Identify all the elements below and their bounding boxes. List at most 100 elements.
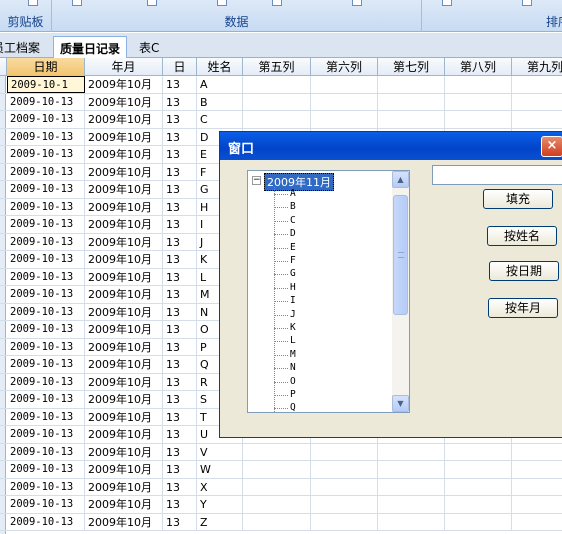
table-cell[interactable]: 2009年10月 (85, 216, 163, 233)
table-cell[interactable] (243, 111, 311, 128)
table-cell[interactable]: 2009年10月 (85, 181, 163, 198)
fill-button[interactable]: 填充 (483, 189, 553, 209)
table-cell[interactable]: 2009年10月 (85, 513, 163, 531)
ribbon-tool-icon[interactable] (522, 0, 532, 8)
ribbon-tool-icon[interactable] (217, 0, 227, 8)
table-cell[interactable] (378, 76, 445, 93)
table-cell[interactable] (311, 461, 378, 478)
table-cell[interactable]: 13 (163, 443, 197, 461)
table-cell[interactable]: 2009年10月 (85, 163, 163, 181)
table-cell[interactable]: 2009年10月 (85, 408, 163, 426)
table-cell[interactable]: 2009-10-13 (7, 338, 85, 356)
scroll-down-icon[interactable]: ▼ (392, 395, 409, 412)
table-cell[interactable]: 13 (163, 198, 197, 216)
table-cell[interactable] (512, 444, 562, 461)
table-cell[interactable]: 2009年10月 (85, 128, 163, 146)
table-cell[interactable]: 2009-10-13 (7, 443, 85, 461)
table-cell[interactable] (311, 111, 378, 128)
table-cell[interactable] (512, 76, 562, 93)
table-cell[interactable] (378, 93, 445, 111)
table-cell[interactable]: 13 (163, 128, 197, 146)
table-cell[interactable]: 13 (163, 426, 197, 443)
table-cell[interactable] (512, 479, 562, 496)
table-cell[interactable] (378, 513, 445, 531)
table-cell[interactable]: 13 (163, 303, 197, 321)
table-cell[interactable]: 2009年10月 (85, 321, 163, 338)
table-cell[interactable]: 2009年10月 (85, 461, 163, 478)
column-header[interactable]: 日期 (7, 58, 85, 76)
table-cell[interactable] (378, 111, 445, 128)
table-cell[interactable] (512, 514, 562, 531)
table-cell[interactable] (311, 513, 378, 531)
table-cell[interactable] (512, 94, 562, 111)
table-cell[interactable]: 13 (163, 321, 197, 338)
column-header[interactable]: 第八列 (445, 58, 512, 76)
table-cell[interactable] (445, 461, 512, 478)
table-cell[interactable]: 13 (163, 233, 197, 251)
column-header[interactable]: 年月 (85, 58, 163, 76)
table-cell[interactable]: 2009年10月 (85, 76, 163, 93)
table-cell[interactable]: 2009-10-13 (7, 426, 85, 443)
table-cell[interactable]: 13 (163, 286, 197, 303)
table-cell[interactable]: 2009年10月 (85, 356, 163, 373)
table-cell[interactable]: 2009年10月 (85, 251, 163, 268)
tree-scrollbar[interactable]: ▲ ▼ (392, 171, 409, 412)
table-cell[interactable] (512, 496, 562, 513)
table-cell[interactable]: 2009年10月 (85, 338, 163, 356)
table-cell[interactable]: 2009-10-13 (7, 478, 85, 496)
table-cell[interactable] (445, 443, 512, 461)
ribbon-tool-icon[interactable] (72, 0, 82, 8)
table-cell[interactable] (243, 461, 311, 478)
table-cell[interactable]: 13 (163, 496, 197, 513)
table-cell[interactable] (378, 461, 445, 478)
table-cell[interactable]: A (197, 76, 243, 93)
table-cell[interactable]: 2009-10-13 (7, 461, 85, 478)
table-cell[interactable]: 2009-10-13 (7, 111, 85, 128)
table-cell[interactable] (378, 496, 445, 513)
table-cell[interactable] (243, 478, 311, 496)
table-cell[interactable]: 2009年10月 (85, 426, 163, 443)
select-all-corner[interactable] (0, 58, 7, 76)
table-cell[interactable] (512, 461, 562, 478)
column-header[interactable]: 第九列 (512, 58, 562, 76)
sort-by-name-button[interactable]: 按姓名 (487, 226, 557, 246)
table-cell[interactable]: 2009年10月 (85, 93, 163, 111)
table-cell[interactable]: 13 (163, 163, 197, 181)
table-cell[interactable]: 2009-10-13 (7, 93, 85, 111)
table-cell[interactable]: 2009-10-13 (7, 216, 85, 233)
table-cell[interactable]: 2009-10-13 (7, 303, 85, 321)
table-cell[interactable]: 2009年10月 (85, 496, 163, 513)
table-cell[interactable]: 13 (163, 373, 197, 391)
tab-sheet-c[interactable]: 表C (133, 36, 165, 57)
table-cell[interactable]: 13 (163, 216, 197, 233)
table-cell[interactable]: V (197, 443, 243, 461)
table-cell[interactable]: 2009-10-13 (7, 356, 85, 373)
table-cell[interactable]: 13 (163, 181, 197, 198)
table-cell[interactable]: 2009年10月 (85, 198, 163, 216)
table-cell[interactable] (311, 76, 378, 93)
table-cell[interactable] (445, 111, 512, 128)
table-cell[interactable] (512, 111, 562, 128)
table-cell[interactable]: 2009年10月 (85, 233, 163, 251)
table-cell[interactable]: 13 (163, 111, 197, 128)
table-cell[interactable] (243, 496, 311, 513)
table-cell[interactable]: 2009年10月 (85, 391, 163, 408)
table-cell[interactable]: 13 (163, 461, 197, 478)
column-header[interactable]: 第七列 (378, 58, 445, 76)
table-cell[interactable]: Y (197, 496, 243, 513)
table-cell[interactable]: 13 (163, 93, 197, 111)
column-header[interactable]: 姓名 (197, 58, 243, 76)
table-cell[interactable]: 13 (163, 251, 197, 268)
table-cell[interactable]: 13 (163, 408, 197, 426)
ribbon-tool-icon[interactable] (272, 0, 282, 8)
table-cell[interactable]: 13 (163, 268, 197, 286)
table-cell[interactable] (445, 93, 512, 111)
table-cell[interactable]: 2009-10-13 (7, 163, 85, 181)
table-cell[interactable] (243, 443, 311, 461)
table-cell[interactable]: C (197, 111, 243, 128)
table-cell[interactable] (445, 478, 512, 496)
table-cell[interactable]: 2009-10-13 (7, 408, 85, 426)
table-cell[interactable]: 2009-10-13 (7, 496, 85, 513)
table-cell[interactable]: 2009-10-13 (7, 251, 85, 268)
dialog-titlebar[interactable]: 窗口 × (220, 132, 562, 160)
